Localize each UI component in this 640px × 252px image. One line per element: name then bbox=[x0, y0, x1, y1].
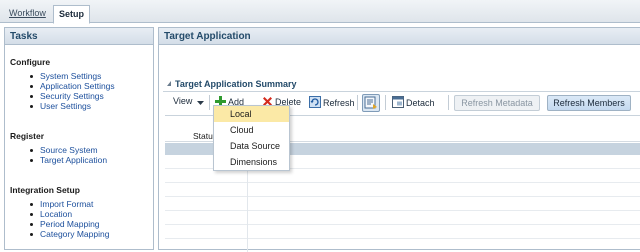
view-label: View bbox=[173, 96, 193, 106]
add-dropdown-menu: Local Cloud Data Source Dimensions bbox=[213, 105, 290, 171]
page-title: Target Application bbox=[159, 28, 640, 45]
link-application-settings[interactable]: Application Settings bbox=[28, 81, 115, 91]
menu-item-local[interactable]: Local bbox=[214, 106, 289, 122]
top-tab-bar: Workflow Setup bbox=[0, 0, 640, 24]
link-import-format[interactable]: Import Format bbox=[28, 199, 109, 209]
link-source-system[interactable]: Source System bbox=[28, 145, 107, 155]
table-row[interactable] bbox=[165, 225, 640, 239]
view-dropdown-icon bbox=[196, 101, 204, 105]
view-menu[interactable]: View bbox=[173, 96, 206, 106]
tasks-panel: Tasks Configure System Settings Applicat… bbox=[4, 27, 154, 250]
separator bbox=[209, 95, 210, 110]
integration-setup-links: Import Format Location Period Mapping Ca… bbox=[28, 199, 109, 239]
detach-label: Detach bbox=[406, 98, 435, 108]
refresh-icon bbox=[309, 96, 321, 108]
table-row[interactable] bbox=[165, 183, 640, 197]
detach-icon bbox=[392, 96, 404, 108]
link-user-settings[interactable]: User Settings bbox=[28, 101, 115, 111]
menu-item-data-source[interactable]: Data Source bbox=[214, 138, 289, 154]
detach-button[interactable]: Detach bbox=[392, 96, 435, 108]
refresh-label: Refresh bbox=[323, 98, 355, 108]
link-system-settings[interactable]: System Settings bbox=[28, 71, 115, 81]
separator bbox=[357, 95, 358, 110]
export-icon bbox=[364, 96, 377, 109]
link-location[interactable]: Location bbox=[28, 209, 109, 219]
table-row[interactable] bbox=[165, 169, 640, 183]
collapse-triangle-icon[interactable] bbox=[167, 81, 171, 86]
link-target-application[interactable]: Target Application bbox=[28, 155, 107, 165]
link-period-mapping[interactable]: Period Mapping bbox=[28, 219, 109, 229]
menu-item-cloud[interactable]: Cloud bbox=[214, 122, 289, 138]
section-integration-setup: Integration Setup bbox=[10, 185, 80, 195]
refresh-metadata-button[interactable]: Refresh Metadata bbox=[454, 95, 540, 111]
table-row[interactable] bbox=[165, 197, 640, 211]
link-category-mapping[interactable]: Category Mapping bbox=[28, 229, 109, 239]
section-register: Register bbox=[10, 131, 45, 141]
table-row[interactable] bbox=[165, 211, 640, 225]
tab-workflow[interactable]: Workflow bbox=[4, 5, 51, 23]
summary-title-label: Target Application Summary bbox=[175, 79, 297, 89]
refresh-button[interactable]: Refresh bbox=[309, 96, 355, 108]
refresh-members-button[interactable]: Refresh Members bbox=[547, 95, 631, 111]
separator bbox=[448, 95, 449, 110]
section-configure: Configure bbox=[10, 57, 51, 67]
summary-title[interactable]: Target Application Summary bbox=[167, 79, 297, 89]
configure-links: System Settings Application Settings Sec… bbox=[28, 71, 115, 111]
export-button[interactable] bbox=[362, 94, 380, 112]
tab-setup[interactable]: Setup bbox=[53, 5, 91, 24]
menu-item-dimensions[interactable]: Dimensions bbox=[214, 154, 289, 170]
separator bbox=[385, 95, 386, 110]
link-security-settings[interactable]: Security Settings bbox=[28, 91, 115, 101]
tasks-panel-title: Tasks bbox=[5, 28, 153, 45]
register-links: Source System Target Application bbox=[28, 145, 107, 165]
